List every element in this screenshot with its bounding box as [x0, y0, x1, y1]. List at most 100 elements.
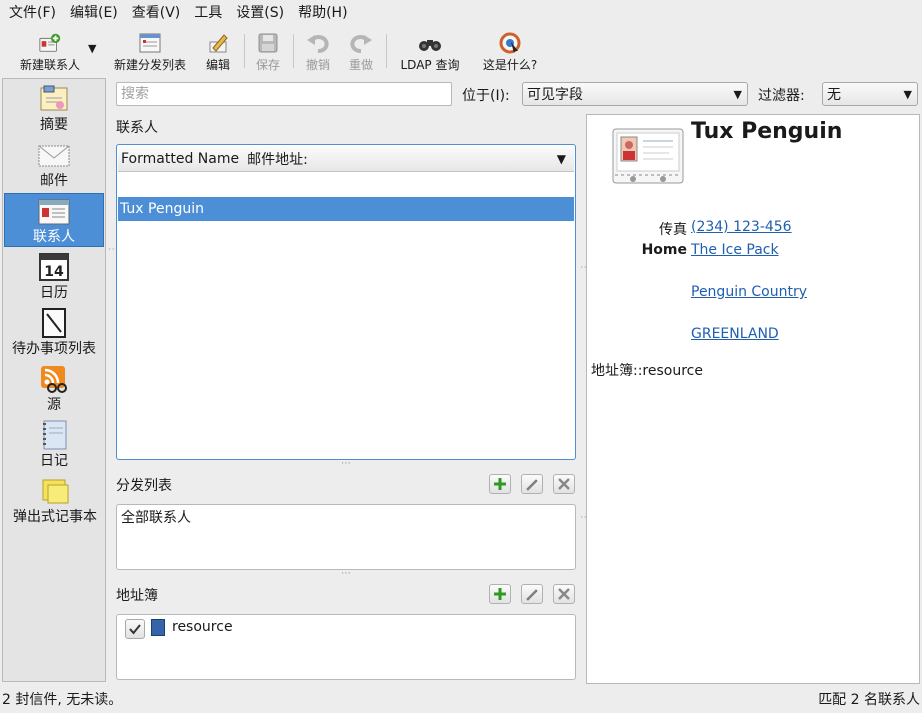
sidebar-item-mail[interactable]: 邮件: [4, 137, 104, 191]
notes-icon: [38, 476, 72, 506]
plus-icon: [494, 588, 506, 600]
search-field-select[interactable]: 可见字段 ▼: [522, 82, 748, 106]
menu-tools[interactable]: 工具: [189, 1, 227, 25]
sidebar-item-label: 摘要: [40, 117, 68, 133]
save-label: 保存: [255, 58, 280, 72]
new-contact-button[interactable]: 新建联系人: [10, 28, 90, 74]
fax-label: 传真: [659, 222, 687, 238]
address-book-checkbox[interactable]: [125, 619, 145, 639]
menu-settings[interactable]: 设置(S): [231, 1, 289, 25]
contacts-list[interactable]: Formatted Name 邮件地址: ▼ Tux Penguin: [116, 144, 576, 460]
sidebar-item-summary[interactable]: 摘要: [4, 81, 104, 135]
summary-icon: [37, 84, 71, 114]
address-line-1[interactable]: The Ice Pack: [691, 242, 779, 258]
new-contact-dropdown-icon[interactable]: ▼: [88, 42, 96, 55]
sidebar-item-label: 日历: [40, 285, 68, 301]
address-book-name: resource: [172, 619, 233, 635]
address-books-box[interactable]: resource: [116, 614, 576, 680]
search-field-value: 可见字段: [527, 87, 583, 103]
new-dist-list-button[interactable]: 新建分发列表: [108, 28, 192, 74]
menu-file[interactable]: 文件(F): [4, 1, 61, 25]
contact-card-icon: [611, 127, 687, 191]
save-button[interactable]: 保存: [250, 28, 286, 74]
fax-link[interactable]: (234) 123-456: [691, 219, 792, 235]
sidebar-item-feeds[interactable]: 源: [4, 361, 104, 415]
save-icon: [256, 32, 280, 54]
sidebar-item-label: 邮件: [40, 173, 68, 189]
menu-help[interactable]: 帮助(H): [293, 1, 352, 25]
sidebar-item-calendar[interactable]: 14 日历: [4, 249, 104, 303]
dist-lists-title: 分发列表: [116, 478, 172, 494]
delete-dist-list-button[interactable]: [553, 474, 575, 494]
search-in-label: 位于(I):: [462, 88, 510, 104]
horizontal-splitter[interactable]: ⋯: [341, 568, 352, 579]
toolbar: 新建联系人 ▼ 新建分发列表 编辑 保存 撤销 重做 LDAP 查询 这是什么?: [0, 28, 922, 74]
add-address-book-button[interactable]: [489, 584, 511, 604]
delete-icon: [558, 588, 570, 600]
sidebar-item-label: 待办事项列表: [12, 341, 96, 357]
dist-lists-box[interactable]: 全部联系人: [116, 504, 576, 570]
toolbar-separator: [293, 34, 294, 68]
address-books-title: 地址簿: [116, 588, 158, 604]
menu-edit[interactable]: 编辑(E): [65, 1, 123, 25]
plus-icon: [494, 478, 506, 490]
address-line-2[interactable]: Penguin Country: [691, 284, 807, 300]
edit-address-book-button[interactable]: [521, 584, 543, 604]
status-message: 2 封信件, 无未读。: [2, 692, 123, 708]
chevron-down-icon[interactable]: ▼: [557, 152, 566, 166]
todo-icon: [37, 308, 71, 338]
redo-icon: [349, 32, 373, 54]
address-book-icon: [151, 619, 165, 636]
address-book-source: 地址簿::resource: [591, 363, 703, 379]
address-line-3[interactable]: GREENLAND: [691, 326, 779, 342]
statusbar: 2 封信件, 无未读。 匹配 2 名联系人: [0, 686, 922, 713]
undo-label: 撤销: [305, 58, 330, 72]
undo-button[interactable]: 撤销: [300, 28, 336, 74]
sidebar-item-contacts[interactable]: 联系人: [4, 193, 104, 247]
redo-button[interactable]: 重做: [342, 28, 380, 74]
contact-detail-panel: Tux Penguin 传真 (234) 123-456 Home The Ic…: [586, 114, 920, 684]
contact-name: Tux Penguin: [120, 201, 204, 217]
sidebar-item-journal[interactable]: 日记: [4, 417, 104, 471]
filter-label: 过滤器:: [758, 88, 805, 104]
column-header-email[interactable]: 邮件地址:: [239, 149, 308, 169]
column-header-name[interactable]: Formatted Name: [118, 151, 239, 167]
delete-icon: [558, 478, 570, 490]
chevron-down-icon: ▼: [733, 87, 742, 101]
ldap-query-button[interactable]: LDAP 查询: [394, 28, 466, 74]
toolbar-separator: [386, 34, 387, 68]
status-match-count: 匹配 2 名联系人: [818, 692, 920, 708]
whats-this-button[interactable]: 这是什么?: [476, 28, 544, 74]
sidebar-item-label: 联系人: [33, 229, 75, 245]
dist-list-item[interactable]: 全部联系人: [121, 507, 191, 527]
edit-label: 编辑: [205, 58, 230, 72]
new-contact-icon: [38, 32, 62, 54]
add-dist-list-button[interactable]: [489, 474, 511, 494]
contact-full-name: Tux Penguin: [691, 119, 843, 144]
menu-view[interactable]: 查看(V): [127, 1, 186, 25]
edit-dist-list-button[interactable]: [521, 474, 543, 494]
delete-address-book-button[interactable]: [553, 584, 575, 604]
toolbar-separator: [244, 34, 245, 68]
chevron-down-icon: ▼: [903, 87, 912, 101]
pencil-icon: [526, 479, 538, 491]
sidebar-item-notes[interactable]: 弹出式记事本: [4, 473, 106, 527]
edit-button[interactable]: 编辑: [198, 28, 238, 74]
pencil-icon: [206, 32, 230, 54]
feeds-icon: [37, 364, 71, 394]
horizontal-splitter[interactable]: ⋯: [341, 458, 352, 469]
checkmark-icon: [129, 624, 141, 635]
ldap-query-label: LDAP 查询: [400, 58, 460, 72]
sidebar: 摘要 邮件 联系人 14 日历 待办事项列表 源 日记 弹出式记事本: [2, 78, 106, 682]
sidebar-item-todo[interactable]: 待办事项列表: [4, 305, 104, 359]
contact-row[interactable]: Tux Penguin: [118, 197, 574, 221]
home-address-label: Home: [641, 242, 687, 258]
sidebar-item-label: 源: [47, 397, 61, 413]
filter-select[interactable]: 无 ▼: [822, 82, 918, 106]
undo-icon: [306, 32, 330, 54]
journal-icon: [37, 420, 71, 450]
new-dist-list-label: 新建分发列表: [113, 58, 186, 72]
calendar-icon: 14: [37, 252, 71, 282]
mail-icon: [37, 140, 71, 170]
search-input[interactable]: [116, 82, 452, 106]
